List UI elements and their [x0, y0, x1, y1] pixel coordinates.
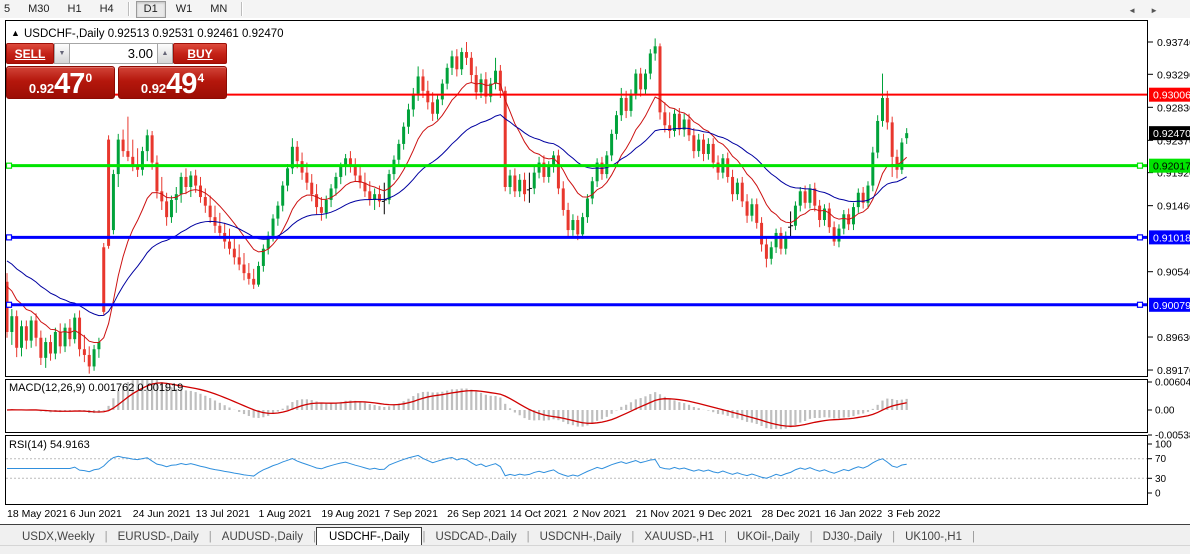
timeframe-button-w1[interactable]: W1 [168, 1, 201, 18]
price-badge-label: 0.93006 [1153, 90, 1190, 102]
date-axis-label: 6 Jun 2021 [70, 508, 122, 520]
chart-tab-usdcnh-daily[interactable]: USDCNH-,Daily [530, 528, 632, 546]
chart-tab-usdx-weekly[interactable]: USDX,Weekly [12, 528, 105, 546]
price-axis-tick-label: 0.89170 [1157, 365, 1190, 377]
date-axis-label: 19 Aug 2021 [321, 508, 380, 520]
chart-tab-eurusd-daily[interactable]: EURUSD-,Daily [108, 528, 209, 546]
timeframe-button-mn[interactable]: MN [202, 1, 235, 18]
price-badge-label: 0.92017 [1153, 161, 1190, 173]
date-axis-label: 1 Aug 2021 [259, 508, 312, 520]
status-strip [0, 545, 1190, 554]
chart-tab-bar: USDX,Weekly | EURUSD-,Daily | AUDUSD-,Daily |… [0, 524, 1190, 547]
price-badge-label: 0.91018 [1153, 232, 1190, 244]
date-axis-label: 2 Nov 2021 [573, 508, 627, 520]
timeframe-toolbar: 5 M30 H1 H4 D1 W1 MN [0, 0, 1190, 19]
date-axis-label: 21 Nov 2021 [636, 508, 696, 520]
line-end-marker [5, 162, 13, 169]
chart-tab-ukoil-daily[interactable]: UKOil-,Daily [727, 528, 810, 546]
tab-scroll-arrows[interactable]: ◄► [1128, 6, 1172, 15]
chart-tab-uk100-h1[interactable]: UK100-,H1 [895, 528, 972, 546]
rsi-axis-label: 30 [1155, 474, 1167, 485]
macd-axis-label: 0.006045 [1155, 378, 1190, 389]
volume-decrease-icon[interactable]: ▼ [54, 43, 70, 64]
sell-price-big-digits: 47 [54, 68, 85, 100]
macd-indicator-label: MACD(12,26,9) 0.001762 0.001919 [9, 382, 183, 394]
timeframe-button-m30[interactable]: M30 [20, 1, 57, 18]
chart-tab-audusd-daily[interactable]: AUDUSD-,Daily [212, 528, 313, 546]
rsi-axis-label: 100 [1155, 440, 1172, 451]
buy-button[interactable]: BUY [173, 43, 227, 64]
one-click-trading-panel: SELL ▼ ▲ BUY 0.92470 0.92494 [6, 43, 227, 99]
macd-axis-label: 0.00 [1155, 406, 1175, 417]
date-axis-label: 13 Jul 2021 [196, 508, 250, 520]
date-axis-label: 24 Jun 2021 [133, 508, 191, 520]
line-end-marker [1136, 234, 1144, 241]
trading-terminal-window: 5 M30 H1 H4 D1 W1 MN ▲ USDCHF-,Daily 0.92513 0.… [0, 0, 1190, 554]
price-axis-tick-label: 0.91460 [1157, 201, 1190, 213]
date-axis-label: 18 May 2021 [7, 508, 68, 520]
tab-separator: | [972, 531, 975, 543]
date-axis-label: 7 Sep 2021 [384, 508, 438, 520]
price-axis-tick-label: 0.89630 [1157, 332, 1190, 344]
line-end-marker [1136, 162, 1144, 169]
tab-scroll-right-icon[interactable]: ► [1150, 6, 1172, 15]
chart-tab-xauusd-h1[interactable]: XAUUSD-,H1 [634, 528, 724, 546]
timeframe-button-5[interactable]: 5 [0, 1, 18, 18]
chart-tab-usdcad-daily[interactable]: USDCAD-,Daily [425, 528, 526, 546]
buy-price-prefix: 0.92 [140, 81, 167, 96]
sell-button[interactable]: SELL [6, 43, 54, 64]
timeframe-button-h4[interactable]: H4 [92, 1, 122, 18]
price-axis-tick-label: 0.92830 [1157, 102, 1190, 114]
price-badge-label: 0.92470 [1153, 128, 1190, 140]
price-axis-tick-label: 0.93290 [1157, 69, 1190, 81]
buy-price-pip-digit: 4 [197, 71, 205, 85]
date-axis-label: 16 Jan 2022 [824, 508, 882, 520]
rsi-axis-label: 70 [1155, 454, 1167, 465]
sell-price-prefix: 0.92 [28, 81, 55, 96]
line-end-marker [5, 234, 13, 241]
chart-collapse-icon: ▲ [11, 28, 20, 38]
date-axis-label: 28 Dec 2021 [762, 508, 822, 520]
sell-price-button[interactable]: 0.92 47 0 [6, 66, 115, 99]
timeframe-button-d1[interactable]: D1 [135, 0, 166, 18]
volume-increase-icon[interactable]: ▲ [157, 43, 173, 64]
chart-header-title: USDCHF-,Daily 0.92513 0.92531 0.92461 0.… [24, 28, 284, 40]
price-axis-tick-label: 0.93740 [1157, 37, 1190, 49]
line-end-marker [5, 301, 13, 308]
sell-price-pip-digit: 0 [85, 71, 93, 85]
toolbar-separator [127, 2, 130, 16]
buy-price-big-digits: 49 [166, 68, 197, 100]
date-axis-label: 3 Feb 2022 [887, 508, 940, 520]
price-badge-label: 0.90079 [1153, 300, 1190, 312]
line-end-marker [1136, 301, 1144, 308]
chart-tab-usdchf-daily[interactable]: USDCHF-,Daily [315, 527, 423, 547]
price-axis-tick-label: 0.90540 [1157, 267, 1190, 279]
toolbar-separator [241, 2, 244, 16]
date-axis-label: 9 Dec 2021 [699, 508, 753, 520]
tab-scroll-left-icon[interactable]: ◄ [1128, 6, 1150, 15]
volume-input[interactable] [70, 43, 157, 64]
buy-price-button[interactable]: 0.92 49 4 [118, 66, 227, 99]
timeframe-button-h1[interactable]: H1 [60, 1, 90, 18]
chart-tab-dj30-daily[interactable]: DJ30-,Daily [813, 528, 892, 546]
rsi-indicator-label: RSI(14) 54.9163 [9, 439, 90, 451]
rsi-axis-label: 0 [1155, 489, 1161, 500]
date-axis-label: 14 Oct 2021 [510, 508, 567, 520]
date-axis-label: 26 Sep 2021 [447, 508, 507, 520]
